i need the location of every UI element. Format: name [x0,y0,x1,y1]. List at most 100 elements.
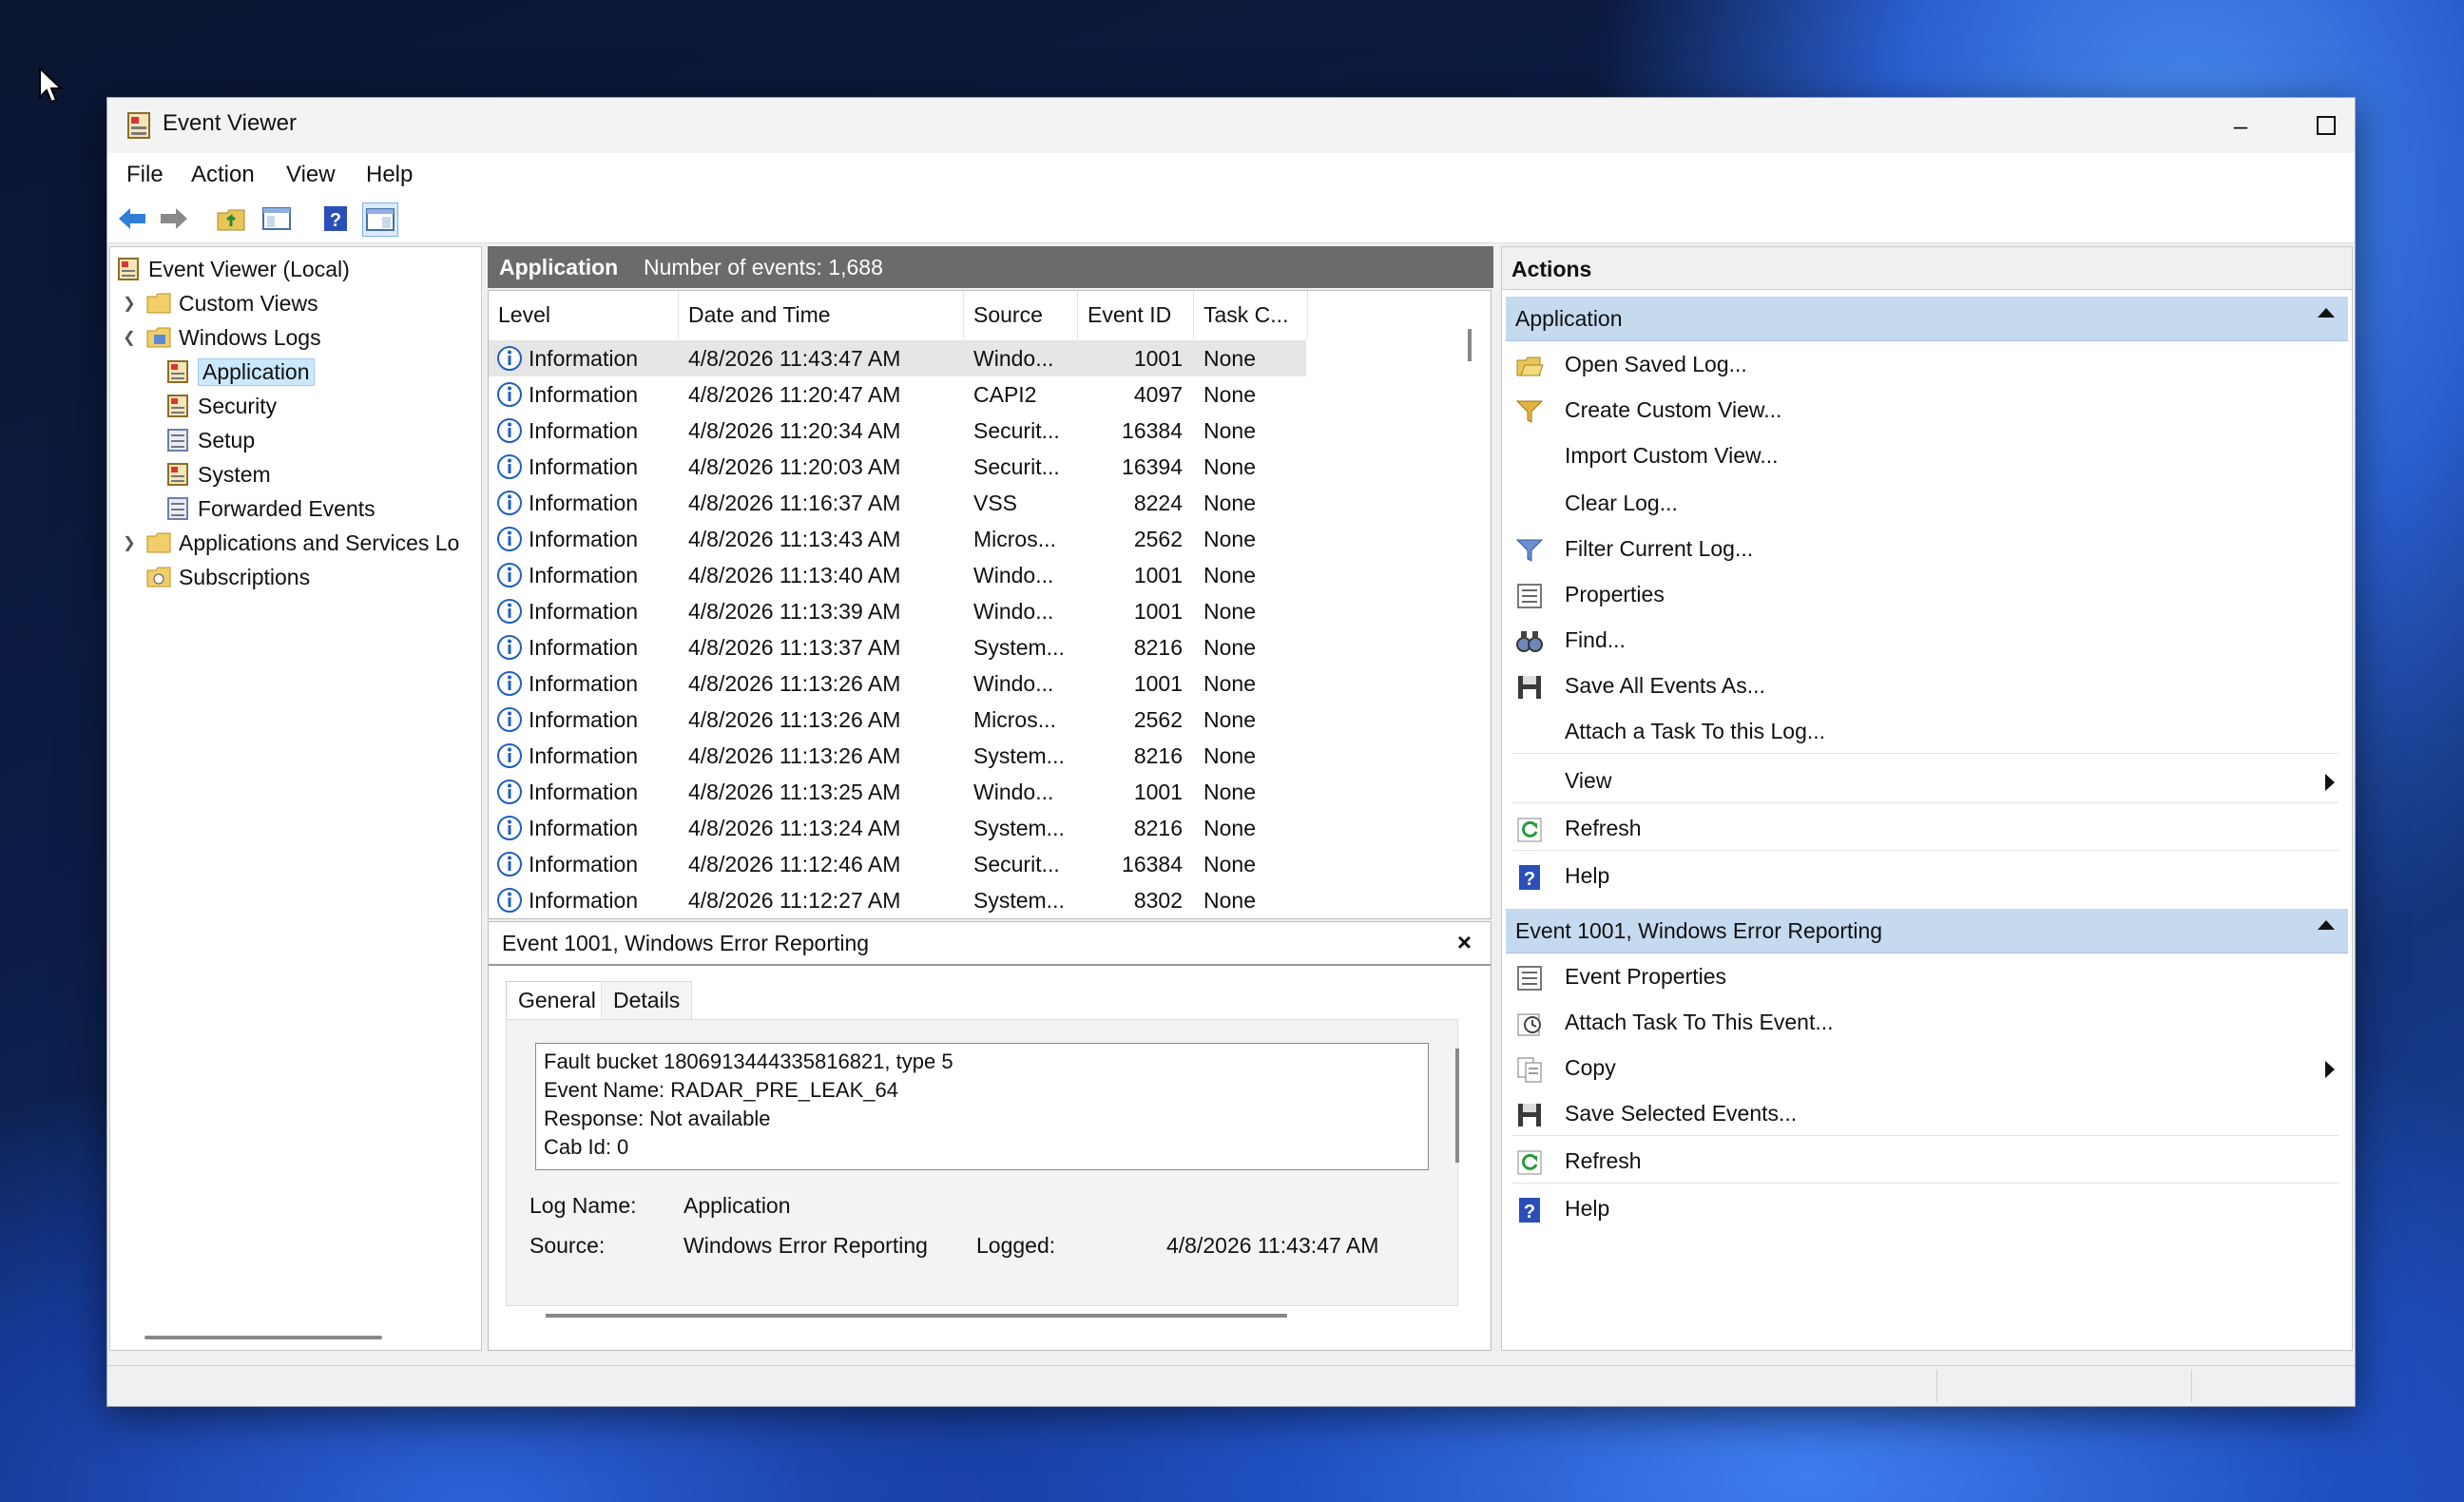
tree-item-application[interactable]: Application [165,356,315,388]
table-row[interactable]: Information 4/8/2026 11:12:27 AM System...… [489,882,1306,918]
column-date-time[interactable]: Date and Time [679,291,964,338]
information-icon [497,888,522,913]
forward-button[interactable] [157,202,191,235]
column-source[interactable]: Source [964,291,1078,338]
action-attach-a-task-to-this-log[interactable]: Attach a Task To this Log... [1506,709,2348,753]
action-refresh[interactable]: Refresh [1506,806,2348,850]
chevron-right-icon[interactable]: ❯ [120,533,139,552]
cell-level: Information [529,563,639,587]
tree-item-event-viewer-local[interactable]: Event Viewer (Local) [116,253,350,285]
table-row[interactable]: Information 4/8/2026 11:13:25 AM Windo... 1… [489,774,1306,810]
detail-horizontal-scrollbar[interactable] [546,1314,1287,1318]
table-row[interactable]: Information 4/8/2026 11:13:37 AM System...… [489,629,1306,665]
main-content: Event Viewer (Local) ❯ Custom Views ❮ Wi… [107,243,2355,1365]
table-row[interactable]: Information 4/8/2026 11:13:39 AM Windo... 1… [489,593,1306,629]
event-list-scrollbar[interactable] [1468,329,1472,361]
menu-view[interactable]: View [286,162,336,188]
tree-item-system[interactable]: System [165,458,271,491]
tree-item-custom-views[interactable]: ❯ Custom Views [120,287,318,319]
tab-general[interactable]: General [506,981,608,1019]
chevron-down-icon[interactable]: ❮ [120,328,139,347]
information-icon [497,743,522,768]
help-icon: ? [324,206,347,231]
tree-item-applications-and-services[interactable]: ❯ Applications and Services Lo [120,527,459,559]
actions-section-application[interactable]: Application [1506,297,2348,341]
table-row[interactable]: Information 4/8/2026 11:12:46 AM Securit..… [489,846,1306,882]
tree-label: Windows Logs [179,324,321,350]
column-event-id[interactable]: Event ID [1078,291,1194,338]
table-row[interactable]: Information 4/8/2026 11:13:26 AM Micros...… [489,702,1306,738]
tree-item-security[interactable]: Security [165,390,277,422]
table-row[interactable]: Information 4/8/2026 11:13:40 AM Windo... 1… [489,557,1306,593]
information-icon [497,563,522,587]
column-level[interactable]: Level [489,291,679,338]
properties-icon [1515,582,1544,610]
actions-section-event[interactable]: Event 1001, Windows Error Reporting [1506,909,2348,953]
action-find[interactable]: Find... [1506,618,2348,662]
show-action-pane-button[interactable] [362,202,398,237]
column-task-category[interactable]: Task C... [1194,291,1308,338]
cell-level: Information [529,707,639,732]
cell-date-time: 4/8/2026 11:16:37 AM [688,491,901,515]
event-description[interactable]: Fault bucket 1806913444335816821, type 5… [535,1043,1429,1170]
description-scrollbar[interactable] [1455,1049,1459,1163]
action-properties[interactable]: Properties [1506,572,2348,616]
table-row[interactable]: Information 4/8/2026 11:20:03 AM Securit..… [489,449,1306,485]
tree-item-subscriptions[interactable]: Subscriptions [146,561,310,593]
collapse-up-icon[interactable] [2318,308,2335,318]
cell-task-category: None [1203,563,1256,587]
action-save-selected-events[interactable]: Save Selected Events... [1506,1091,2348,1135]
action-divider [1511,753,2339,754]
back-button[interactable] [115,202,149,235]
cell-level: Information [529,635,639,660]
action-copy[interactable]: Copy [1506,1046,2348,1089]
collapse-up-icon[interactable] [2318,920,2335,930]
folder-icon [146,293,171,314]
cell-source: Windo... [973,563,1054,587]
menu-help[interactable]: Help [366,162,413,188]
action-attach-task-to-this-event[interactable]: Attach Task To This Event... [1506,1000,2348,1044]
information-icon [497,382,522,407]
table-row[interactable]: Information 4/8/2026 11:13:26 AM System...… [489,738,1306,774]
action-clear-log[interactable]: Clear Log... [1506,481,2348,525]
tree-item-windows-logs[interactable]: ❮ Windows Logs [120,321,321,354]
menu-action[interactable]: Action [191,162,255,188]
action-create-custom-view[interactable]: Create Custom View... [1506,388,2348,432]
table-row[interactable]: Information 4/8/2026 11:20:47 AM CAPI2 4097… [489,376,1306,413]
tab-details[interactable]: Details [601,981,693,1019]
tree-item-setup[interactable]: Setup [165,424,255,456]
event-viewer-icon [118,258,139,280]
table-row[interactable]: Information 4/8/2026 11:13:26 AM Windo... 1… [489,665,1306,702]
action-filter-current-log[interactable]: Filter Current Log... [1506,527,2348,570]
help-toolbar-button[interactable]: ? [318,202,353,235]
table-row[interactable]: Information 4/8/2026 11:20:34 AM Securit..… [489,413,1306,449]
open-folder-button[interactable] [214,202,248,235]
information-icon [497,671,522,696]
attach-task-icon [1515,1010,1544,1038]
close-detail-icon[interactable]: × [1457,928,1472,957]
action-import-custom-view[interactable]: Import Custom View... [1506,433,2348,477]
show-hide-tree-button[interactable] [260,202,294,235]
action-save-all-events-as[interactable]: Save All Events As... [1506,664,2348,707]
table-row[interactable]: Information 4/8/2026 11:13:43 AM Micros...… [489,521,1306,557]
action-help[interactable]: ? Help [1506,854,2348,897]
information-icon [497,852,522,876]
action-open-saved-log[interactable]: Open Saved Log... [1506,342,2348,386]
menu-file[interactable]: File [126,162,164,188]
maximize-button[interactable] [2284,98,2355,153]
table-row[interactable]: Information 4/8/2026 11:13:24 AM System...… [489,810,1306,846]
open-folder-icon [1515,352,1544,380]
tree-horizontal-scrollbar[interactable] [144,1336,382,1339]
action-refresh[interactable]: Refresh [1506,1139,2348,1183]
action-help[interactable]: ? Help [1506,1186,2348,1230]
minimize-button[interactable]: – [2199,98,2282,153]
tree-item-forwarded-events[interactable]: Forwarded Events [165,492,375,525]
action-view[interactable]: View [1506,759,2348,802]
console-tree: Event Viewer (Local) ❯ Custom Views ❮ Wi… [109,246,482,1351]
table-row[interactable]: Information 4/8/2026 11:43:47 AM Windo... 1… [489,340,1306,376]
cell-source: Windo... [973,599,1054,624]
chevron-right-icon[interactable]: ❯ [120,294,139,313]
action-event-properties[interactable]: Event Properties [1506,954,2348,998]
title-bar: Event Viewer – [107,98,2355,153]
table-row[interactable]: Information 4/8/2026 11:16:37 AM VSS 8224 No… [489,485,1306,521]
